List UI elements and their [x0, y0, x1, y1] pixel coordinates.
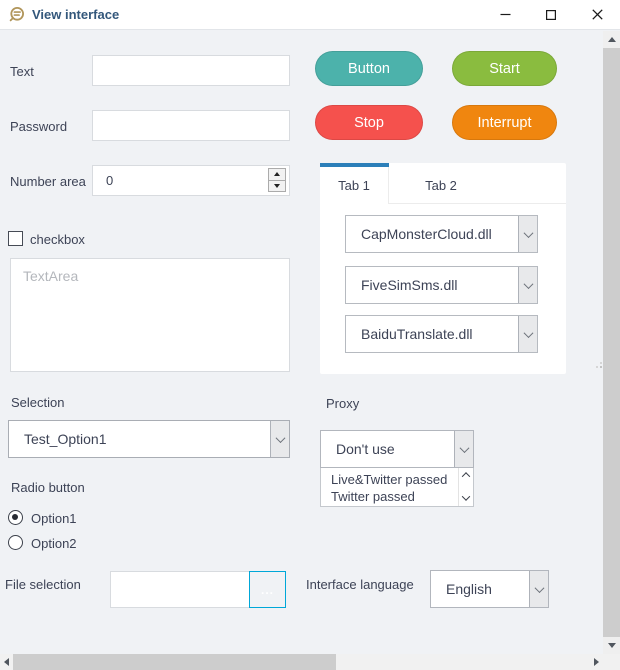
chevron-down-icon	[270, 421, 289, 457]
chevron-down-icon	[454, 431, 473, 467]
view-interface-window: View interface Text Password Number area…	[0, 0, 620, 670]
minimize-button[interactable]	[482, 0, 528, 29]
language-dropdown[interactable]: English	[430, 570, 549, 608]
spin-down-icon[interactable]	[269, 180, 285, 192]
scroll-up-icon[interactable]	[462, 472, 470, 480]
tab-card: Tab 1 Tab 2 CapMonsterCloud.dll FiveSimS…	[320, 163, 566, 374]
vertical-scroll-thumb[interactable]	[603, 48, 620, 637]
horizontal-scroll-thumb[interactable]	[13, 654, 336, 670]
radio-option1-label: Option1	[31, 511, 77, 526]
window-title: View interface	[32, 7, 119, 22]
close-button[interactable]	[574, 0, 620, 29]
maximize-button[interactable]	[528, 0, 574, 29]
chevron-down-icon	[518, 316, 537, 352]
proxy-list-item[interactable]: Live&Twitter passed	[331, 471, 458, 488]
spin-up-icon[interactable]	[269, 169, 285, 180]
password-input[interactable]	[92, 110, 290, 141]
interface-language-label: Interface language	[306, 577, 414, 592]
proxy-list-scrollbar[interactable]	[458, 468, 473, 506]
tab-strip-filler	[493, 167, 566, 204]
start-button[interactable]: Start	[452, 51, 557, 86]
horizontal-scrollbar[interactable]	[0, 654, 603, 670]
password-label: Password	[10, 119, 67, 134]
browse-file-button[interactable]: ...	[249, 571, 286, 608]
chevron-down-icon	[518, 267, 537, 303]
radio-group-label: Radio button	[11, 480, 85, 495]
window-controls	[482, 0, 620, 29]
title-bar: View interface	[0, 0, 620, 30]
text-input[interactable]	[92, 55, 290, 86]
chevron-down-icon	[529, 571, 548, 607]
tab-strip: Tab 1 Tab 2	[320, 167, 566, 204]
checkbox-label: checkbox	[30, 232, 85, 247]
interrupt-button[interactable]: Interrupt	[452, 105, 557, 140]
dll-dropdown-3[interactable]: BaiduTranslate.dll	[345, 315, 538, 353]
proxy-label: Proxy	[326, 396, 359, 411]
textarea-input[interactable]	[10, 258, 290, 372]
number-spinner[interactable]: 0	[92, 165, 290, 196]
scroll-up-arrow[interactable]	[603, 31, 620, 48]
dll-dropdown-2[interactable]: FiveSimSms.dll	[345, 266, 538, 304]
tab-2[interactable]: Tab 2	[389, 167, 493, 204]
scrollbar-corner	[603, 654, 620, 670]
chevron-down-icon	[518, 216, 537, 252]
radio-option2[interactable]	[8, 535, 23, 550]
number-area-label: Number area	[10, 174, 86, 189]
proxy-dropdown[interactable]: Don't use	[320, 430, 474, 468]
scroll-left-arrow[interactable]	[0, 654, 13, 670]
language-dropdown-value: English	[431, 571, 529, 607]
dll-dropdown-3-value: BaiduTranslate.dll	[346, 316, 518, 352]
proxy-list-item[interactable]: Twitter passed	[331, 488, 458, 505]
stop-button[interactable]: Stop	[315, 105, 423, 140]
radio-option1[interactable]	[8, 510, 23, 525]
file-path-input[interactable]	[110, 571, 250, 608]
tab-1[interactable]: Tab 1	[320, 167, 389, 204]
proxy-list[interactable]: Live&Twitter passed Twitter passed	[320, 468, 474, 507]
scroll-right-arrow[interactable]	[590, 654, 603, 670]
app-logo-icon	[8, 6, 25, 23]
spinner-buttons[interactable]	[268, 168, 286, 192]
button-action[interactable]: Button	[315, 51, 423, 86]
number-value[interactable]: 0	[92, 165, 290, 196]
selection-label: Selection	[11, 395, 64, 410]
vertical-scrollbar[interactable]	[603, 31, 620, 654]
dll-dropdown-1[interactable]: CapMonsterCloud.dll	[345, 215, 538, 253]
file-selection-label: File selection	[5, 577, 81, 592]
scroll-down-icon[interactable]	[462, 492, 470, 500]
scroll-down-arrow[interactable]	[603, 637, 620, 654]
radio-option2-label: Option2	[31, 536, 77, 551]
checkbox-input[interactable]	[8, 231, 23, 246]
proxy-dropdown-value: Don't use	[321, 431, 454, 467]
dll-dropdown-2-value: FiveSimSms.dll	[346, 267, 518, 303]
selection-dropdown[interactable]: Test_Option1	[8, 420, 290, 458]
text-label: Text	[10, 64, 34, 79]
dll-dropdown-1-value: CapMonsterCloud.dll	[346, 216, 518, 252]
proxy-list-items: Live&Twitter passed Twitter passed	[321, 468, 458, 506]
selection-value: Test_Option1	[9, 421, 270, 457]
